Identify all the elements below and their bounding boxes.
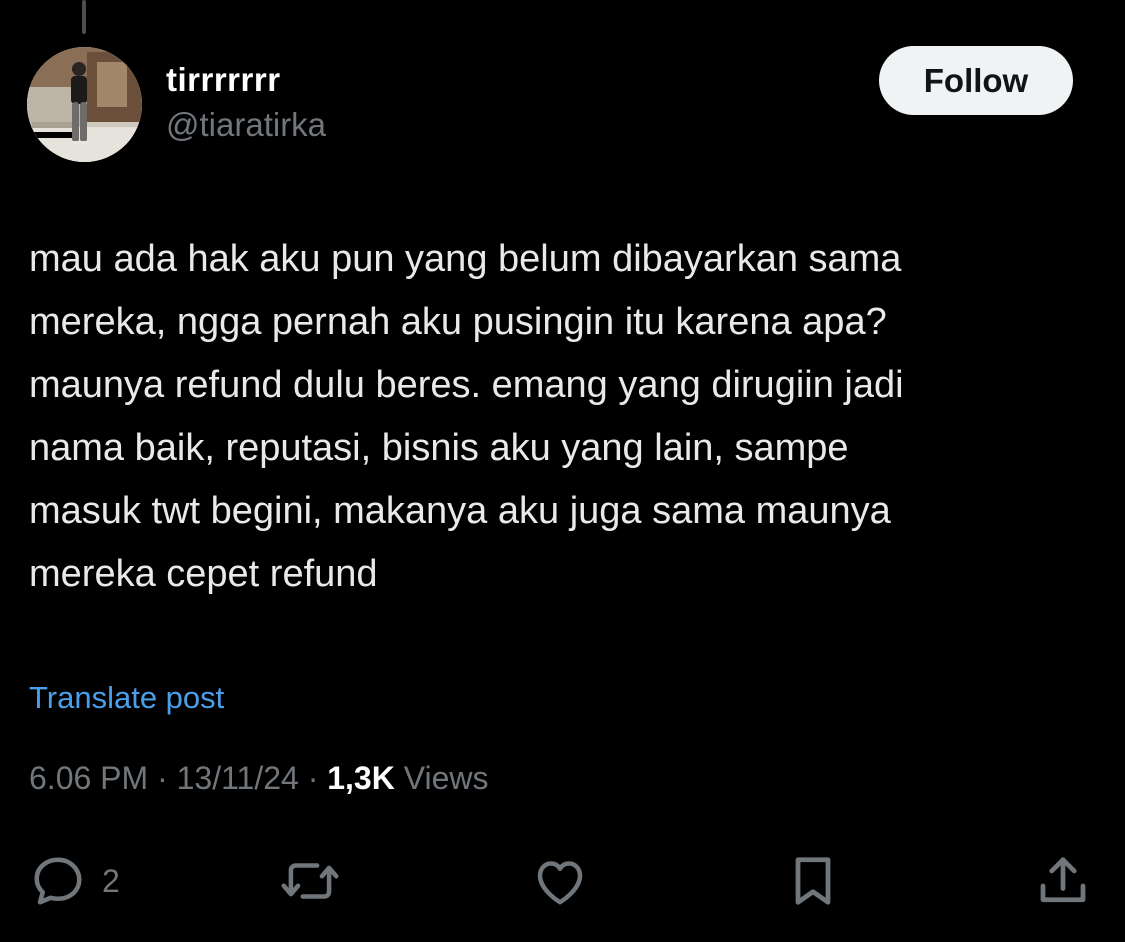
tweet-line: maunya refund dulu beres. emang yang dir… [29, 364, 904, 406]
follow-button[interactable]: Follow [879, 46, 1073, 115]
display-name[interactable]: tirrrrrrr [166, 58, 326, 102]
tweet-line: masuk twt begini, makanya aku juga sama … [29, 490, 891, 532]
tweet-meta: 6.06 PM · 13/11/24 · 1,3K Views [29, 760, 489, 797]
tweet-time[interactable]: 6.06 PM [29, 760, 148, 796]
reply-count: 2 [102, 862, 120, 899]
meta-separator: · [307, 760, 319, 796]
user-handle[interactable]: @tiaratirka [166, 102, 326, 148]
tweet-line: mereka, ngga pernah aku pusingin itu kar… [29, 301, 887, 343]
share-button[interactable] [1033, 846, 1093, 916]
heart-icon [530, 851, 590, 911]
bookmark-icon [785, 851, 841, 911]
reply-button[interactable]: 2 [28, 846, 120, 916]
user-names: tirrrrrrr @tiaratirka [166, 58, 326, 148]
translate-post-link[interactable]: Translate post [29, 680, 224, 716]
reply-icon [28, 851, 88, 911]
thread-connector-line [82, 0, 86, 34]
views-label[interactable]: Views [404, 760, 489, 796]
tweet-line: mau ada hak aku pun yang belum dibayarka… [29, 238, 902, 280]
like-button[interactable] [530, 846, 590, 916]
tweet-date[interactable]: 13/11/24 [177, 760, 299, 796]
action-bar: 2 [0, 846, 1125, 916]
repost-icon [279, 851, 341, 911]
bookmark-button[interactable] [785, 846, 841, 916]
tweet-line: nama baik, reputasi, bisnis aku yang lai… [29, 427, 849, 469]
tweet-text: mau ada hak aku pun yang belum dibayarka… [29, 228, 1089, 606]
tweet-line: mereka cepet refund [29, 553, 378, 595]
repost-button[interactable] [279, 846, 341, 916]
avatar[interactable] [27, 47, 142, 162]
meta-separator: · [157, 760, 168, 796]
share-icon [1033, 851, 1093, 911]
views-count[interactable]: 1,3K [327, 760, 395, 796]
